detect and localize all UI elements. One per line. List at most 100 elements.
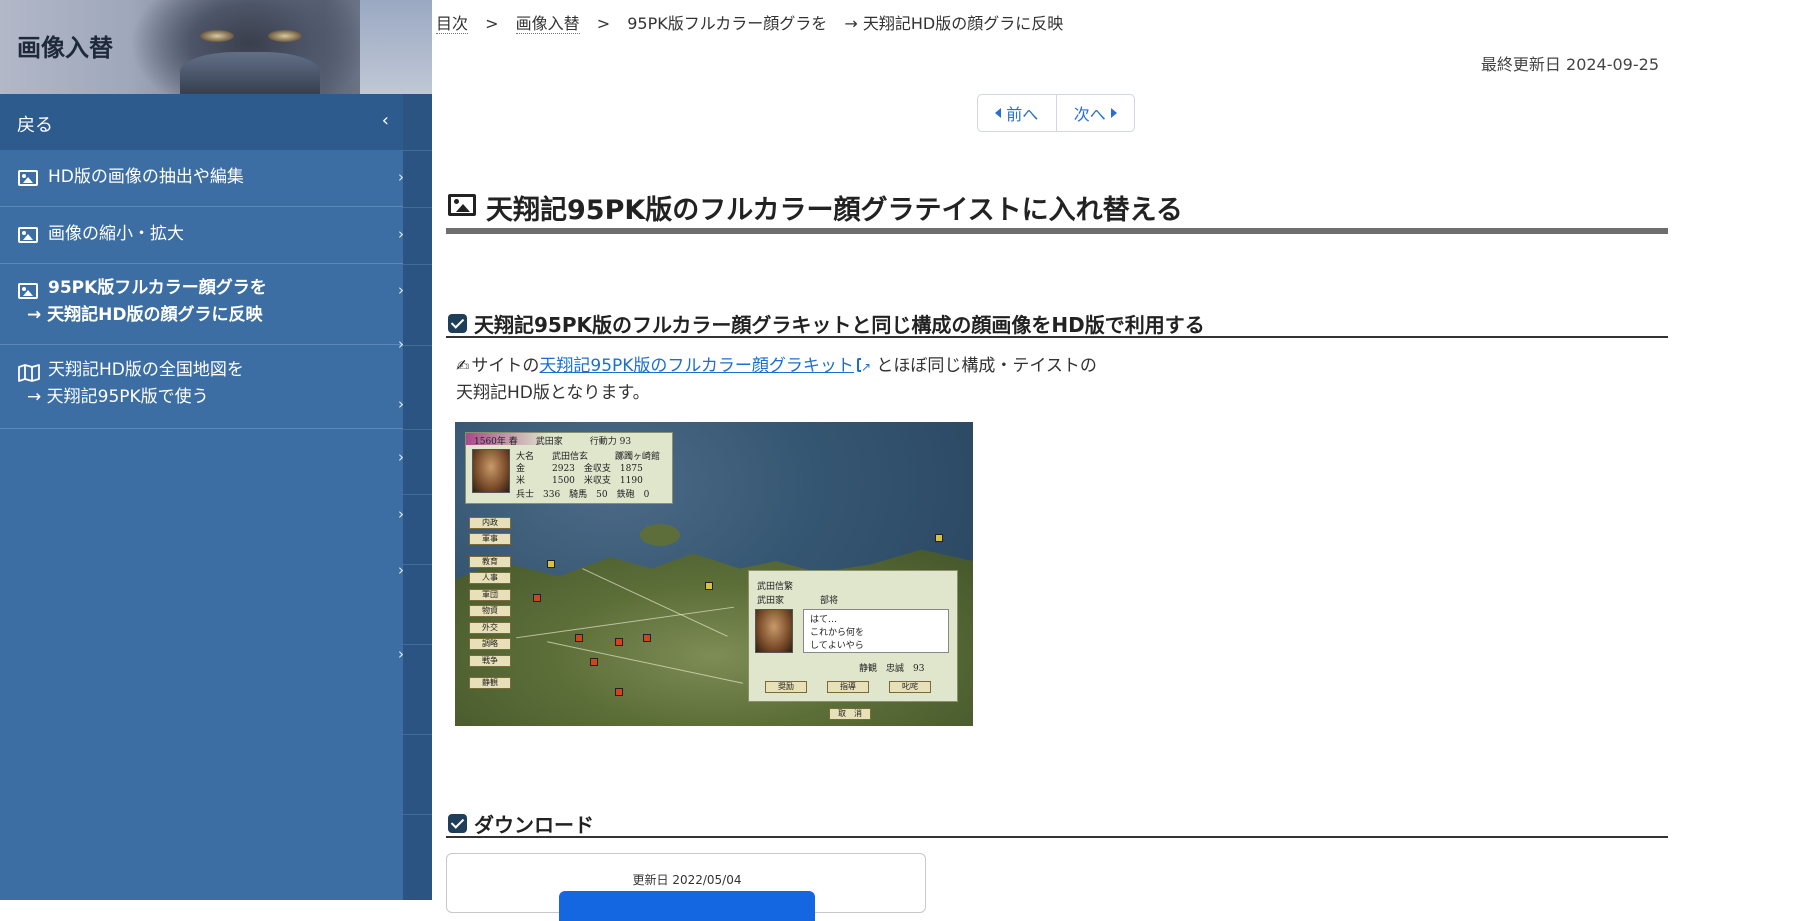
dialog-stats: 静観 忠誠 93	[859, 664, 925, 674]
sidebar-item-resize[interactable]: 画像の縮小・拡大 ›	[0, 207, 404, 264]
intro-text: とほぼ同じ構成・テイストの	[870, 356, 1097, 376]
download-heading-text: ダウンロード	[474, 813, 594, 837]
breadcrumb-separator: >	[485, 14, 499, 33]
caret-left-icon	[995, 108, 1002, 118]
image-icon	[18, 227, 40, 245]
samurai-eye	[200, 30, 234, 42]
breadcrumb-home-link[interactable]: 目次	[436, 14, 469, 34]
banner-background	[360, 0, 432, 94]
sidebar-item-label: HD版の画像の抽出や編集	[48, 167, 244, 187]
map-island	[640, 524, 680, 546]
sidebar-header-banner: 画像入替	[0, 0, 432, 94]
page-title-block: 天翔記95PK版のフルカラー顔グラテイストに入れ替える	[446, 186, 1668, 234]
castle-marker	[533, 594, 541, 602]
sidebar-item-label: 95PK版フルカラー顔グラを	[48, 278, 267, 298]
sidebar-item-hd-extract[interactable]: HD版の画像の抽出や編集 ›	[0, 150, 404, 207]
download-card: 更新日 2022/05/04	[446, 853, 926, 921]
game-dialog-button: 奨励	[765, 681, 807, 693]
sidebar-item-label: 画像の縮小・拡大	[48, 224, 184, 244]
image-icon	[18, 283, 40, 301]
game-menu-item: 軍事	[469, 533, 511, 545]
status-row: 米 1500 米収支 1190	[516, 476, 643, 486]
pager: 前へ 次へ	[977, 94, 1135, 132]
game-menu-item: 人事	[469, 572, 511, 584]
dialog-line: はて…	[810, 615, 838, 625]
site-title[interactable]: 画像入替	[17, 28, 113, 63]
game-menu-item: 外交	[469, 622, 511, 634]
caret-right-icon	[1110, 108, 1117, 118]
breadcrumb-separator: >	[596, 14, 611, 33]
game-menu-item: 内政	[469, 517, 511, 529]
game-dialog-button: 指導	[827, 681, 869, 693]
section-heading-text: 天翔記95PK版のフルカラー顔グラキットと同じ構成の顔画像をHD版で利用する	[474, 313, 1205, 337]
samurai-eye	[268, 30, 302, 42]
portrait-image	[755, 609, 793, 653]
dialog-line: これから何を	[810, 628, 865, 638]
dialog-clan: 武田家 部将	[757, 596, 839, 606]
castle-marker	[935, 534, 943, 542]
page-title: 天翔記95PK版のフルカラー顔グラテイストに入れ替える	[486, 195, 1183, 226]
sidebar-item-label: → 天翔記95PK版で使う	[27, 387, 209, 407]
castle-marker	[643, 634, 651, 642]
game-menu-item: 戦争	[469, 655, 511, 667]
dialog-line: してよいやら	[810, 641, 864, 651]
sidebar-item-95pk-faces[interactable]: 95PK版フルカラー顔グラを → 天翔記HD版の顔グラに反映 › ›	[0, 264, 404, 353]
main-content: 目次 > 画像入替 > 95PK版フルカラー顔グラを → 天翔記HD版の顔グラに…	[432, 0, 1800, 921]
game-dialog-button: 叱咤	[889, 681, 931, 693]
sidebar-item-label: 天翔記HD版の全国地図を	[48, 360, 244, 380]
game-menu-item: 教育	[469, 556, 511, 568]
samurai-mask-image	[180, 52, 320, 94]
game-menu-item: 軍団	[469, 589, 511, 601]
castle-marker	[575, 634, 583, 642]
status-top: 1560年 春 武田家 行動力 93	[474, 437, 632, 447]
back-label: 戻る	[17, 115, 53, 136]
chevron-right-icon: ›	[398, 645, 404, 663]
castle-marker	[705, 582, 713, 590]
last-updated: 最終更新日 2024-09-25	[1480, 55, 1659, 74]
game-menu-item: 調略	[469, 638, 511, 650]
sidebar-item-label: → 天翔記HD版の顔グラに反映	[27, 305, 263, 325]
sidebar-scroll-strip	[403, 94, 432, 900]
dialog-panel: 武田信繁 武田家 部将 はて… これから何を してよいやら 静観 忠誠 93 奨…	[748, 570, 958, 702]
breadcrumb-current: 95PK版フルカラー顔グラを	[627, 14, 828, 33]
portrait-image	[472, 449, 510, 493]
next-label: 次へ	[1073, 105, 1106, 124]
castle-marker	[590, 658, 598, 666]
pen-icon: ✍	[456, 356, 470, 375]
back-button[interactable]: 戻る ‹	[0, 94, 403, 150]
breadcrumb-section-link[interactable]: 画像入替	[515, 14, 580, 34]
game-menu-item: 静観	[469, 677, 511, 689]
chevron-right-icon: ›	[398, 505, 404, 523]
chevron-left-icon: ‹	[381, 110, 389, 131]
game-screenshot: 1560年 春 武田家 行動力 93 大名 武田信玄 躑躅ヶ崎館 金 2923 …	[455, 422, 973, 726]
image-icon	[18, 170, 40, 188]
download-heading: ダウンロード	[446, 808, 1668, 838]
download-button[interactable]	[559, 891, 815, 921]
breadcrumb: 目次 > 画像入替 > 95PK版フルカラー顔グラを → 天翔記HD版の顔グラに…	[436, 10, 1063, 34]
intro-paragraph: ✍サイトの天翔記95PK版のフルカラー顔グラキット とほぼ同じ構成・テイストの …	[456, 352, 1216, 407]
dialog-speech-box: はて… これから何を してよいやら	[803, 609, 949, 653]
sidebar: 画像入替 戻る ‹ HD版の画像の抽出や編集 › 画像の縮小・拡大 › 95PK…	[0, 0, 432, 900]
castle-marker	[615, 638, 623, 646]
prev-page-button[interactable]: 前へ	[978, 95, 1056, 131]
game-menu-item: 物資	[469, 605, 511, 617]
facekit-link[interactable]: 天翔記95PK版のフルカラー顔グラキット	[539, 356, 854, 376]
prev-label: 前へ	[1006, 105, 1039, 124]
castle-marker	[547, 560, 555, 568]
sidebar-item-hd-map[interactable]: 天翔記HD版の全国地図を → 天翔記95PK版で使う ›	[0, 345, 404, 429]
next-page-button[interactable]: 次へ	[1055, 95, 1135, 131]
intro-text: サイトの	[471, 356, 540, 376]
map-icon	[18, 364, 40, 382]
checkbox-icon	[448, 314, 467, 333]
external-link-icon	[856, 354, 871, 381]
section-heading: 天翔記95PK版のフルカラー顔グラキットと同じ構成の顔画像をHD版で利用する	[446, 308, 1668, 338]
image-icon	[448, 194, 476, 220]
chevron-right-icon: ›	[398, 561, 404, 579]
castle-marker	[615, 688, 623, 696]
checkbox-icon	[448, 814, 467, 833]
daimyo-status-panel: 1560年 春 武田家 行動力 93 大名 武田信玄 躑躅ヶ崎館 金 2923 …	[465, 432, 673, 504]
chevron-right-icon: ›	[398, 448, 404, 466]
game-cancel-button: 取 消	[829, 708, 871, 720]
status-row: 兵士 336 騎馬 50 鉄砲 0	[516, 490, 650, 500]
intro-text: 天翔記HD版となります。	[456, 383, 650, 403]
